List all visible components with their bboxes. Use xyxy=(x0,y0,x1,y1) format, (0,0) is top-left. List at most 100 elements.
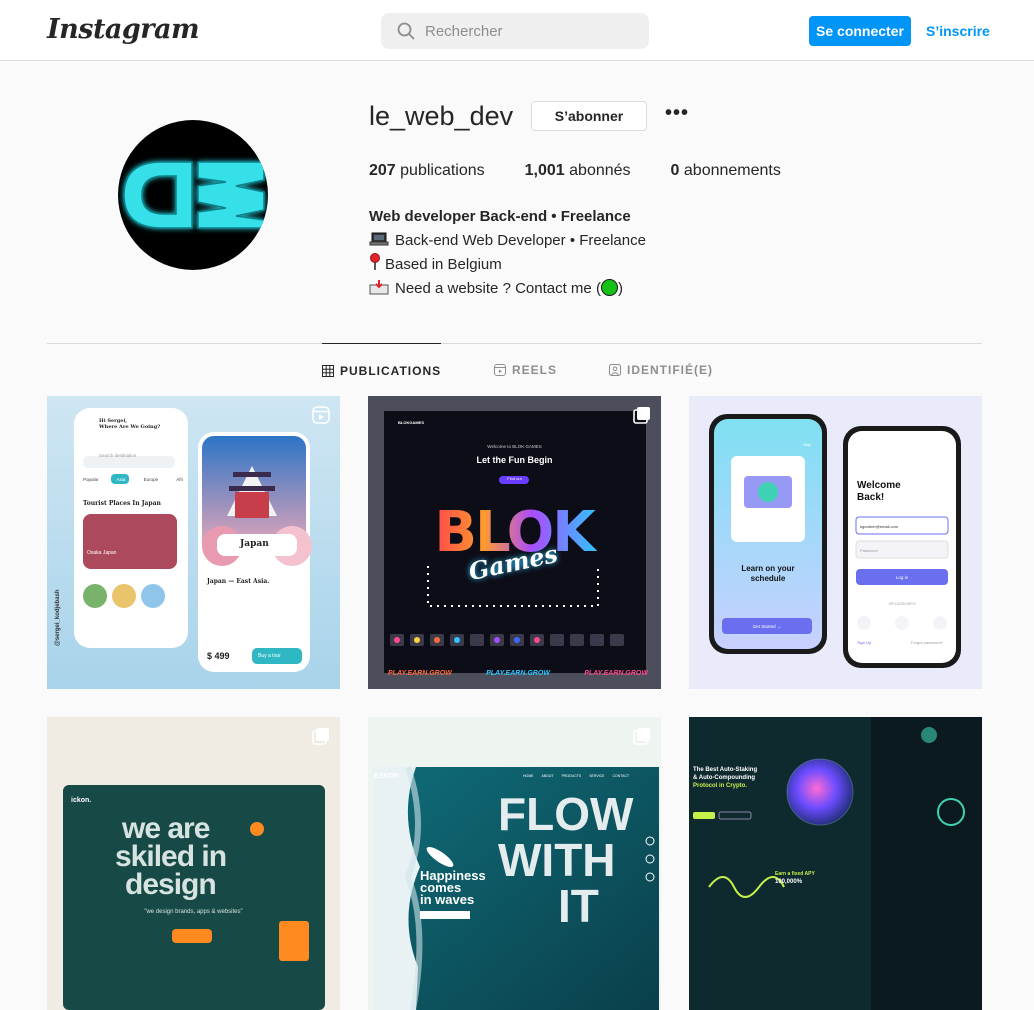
post5-brand: ESKOR xyxy=(374,773,399,780)
post-image: BLOK xyxy=(368,396,661,689)
followers-count: 1,001 xyxy=(524,162,565,179)
post1-handle: @sergei_kodjebash xyxy=(55,589,61,646)
profile-username: le_web_dev xyxy=(369,101,514,131)
post-flow-with-it[interactable]: ESKOR HOME ABOUT PRODUCTS SERVICE CONTAC… xyxy=(368,717,661,1010)
post3-cta: Get Started → xyxy=(752,624,782,629)
post5-nav-item: PRODUCTS xyxy=(561,774,582,778)
post1-chips: Popular Asia Europe Afri xyxy=(83,477,183,482)
post4-brand: ickon. xyxy=(71,797,92,804)
tab-label: IDENTIFIÉ(E) xyxy=(627,363,713,377)
signup-link[interactable]: S’inscrire xyxy=(926,23,990,39)
post4-headline-2: skiled in xyxy=(115,840,227,873)
grid-icon xyxy=(322,364,334,377)
carousel-icon xyxy=(633,728,650,745)
followers-stat[interactable]: 1,001 abonnés xyxy=(525,162,631,180)
dw-logo-icon xyxy=(123,161,265,229)
post5-headline-3: in waves xyxy=(420,892,475,907)
instagram-logo[interactable]: Instagram xyxy=(47,14,200,45)
post3-welcome: Welcome Back! xyxy=(857,480,901,503)
post4-headline: we are skiled in design xyxy=(87,812,227,901)
post1-chip: Europe xyxy=(143,477,159,482)
tab-reels[interactable]: REELS xyxy=(494,343,557,397)
inbox-tray-icon xyxy=(369,280,389,295)
post2-welcome: Welcome to BLOK GAMES xyxy=(487,444,542,449)
carousel-icon xyxy=(312,728,329,745)
reels-icon xyxy=(494,364,506,376)
post1-cta: Buy a tour xyxy=(258,653,281,659)
post5-big-3: IT xyxy=(558,880,599,932)
tab-label: PUBLICATIONS xyxy=(340,363,442,378)
post2-footer-text: PLAY.EARN.GROW xyxy=(388,670,452,677)
search-box[interactable] xyxy=(381,13,649,49)
post1-chip: Popular xyxy=(83,477,99,482)
post6-apy-value: 100,000% xyxy=(775,879,803,885)
bio-line: Need a website ? Contact me () xyxy=(369,277,646,301)
post-ickon-design[interactable]: ickon. we are skiled in design "we desig… xyxy=(47,717,340,1010)
post-travel-app[interactable]: Hi Sergei, Where Are We Going? Search de… xyxy=(47,396,340,689)
post-crypto-staking[interactable]: The Best Auto-Staking & Auto-Compounding… xyxy=(689,717,982,1010)
post6-headline-1: The Best Auto-Staking xyxy=(693,767,758,773)
post2-footer-text: PLAY.EARN.GROW xyxy=(486,670,550,677)
bio-line: Back-end Web Developer • Freelance xyxy=(369,229,646,253)
post3-forgot: Forgot password? xyxy=(911,640,944,645)
post6-headline-3: Protocol in Crypto. xyxy=(693,783,747,789)
carousel-icon xyxy=(633,407,650,424)
posts-label: publications xyxy=(400,162,485,179)
post5-nav-item: SERVICE xyxy=(589,774,605,778)
bio-line-3-prefix: Need a website ? Contact me ( xyxy=(395,280,601,297)
post6-headline: The Best Auto-Staking & Auto-Compounding… xyxy=(693,766,757,790)
post2-headline: Let the Fun Begin xyxy=(476,455,553,465)
post-image xyxy=(47,396,340,689)
post-learning-app[interactable]: Skip Learn on your schedule Get Started … xyxy=(689,396,982,689)
post4-headline-3: design xyxy=(125,868,217,901)
top-navigation-bar: Instagram Se connecter S’inscrire xyxy=(0,0,1034,61)
bio-line-1: Back-end Web Developer • Freelance xyxy=(395,232,646,249)
post1-title: Japan xyxy=(240,539,269,549)
post1-search: Search destination xyxy=(99,453,137,458)
post1-card-title: Osaka Japan xyxy=(87,550,117,556)
tab-label: REELS xyxy=(512,363,558,377)
posts-count: 207 xyxy=(369,162,396,179)
post3-headline: Learn on your schedule xyxy=(741,564,795,583)
post4-headline-1: we are xyxy=(122,812,210,845)
bio-line-3-suffix: ) xyxy=(617,280,623,297)
search-input[interactable] xyxy=(425,13,640,49)
post3-email: kgordner@email.com xyxy=(860,524,899,529)
post2-footer-text: PLAY.EARN.GROW xyxy=(584,670,648,677)
bio-name: Web developer Back-end • Freelance xyxy=(369,208,631,225)
post5-nav-item: ABOUT xyxy=(541,774,554,778)
login-button[interactable]: Se connecter xyxy=(809,16,911,46)
tab-tagged[interactable]: IDENTIFIÉ(E) xyxy=(609,343,713,397)
post5-big: FLOW WITH IT xyxy=(498,791,633,929)
post6-headline-2: & Auto-Compounding xyxy=(693,775,756,781)
post2-cta: Find out xyxy=(507,476,522,481)
more-options-icon[interactable]: ••• xyxy=(664,103,690,126)
post1-price: $ 499 xyxy=(207,651,230,661)
avatar xyxy=(118,120,268,270)
post-image xyxy=(689,717,982,1010)
green-circle-icon xyxy=(600,279,618,296)
post1-chip: Afri xyxy=(176,477,183,482)
post3-or: OR LOGIN WITH xyxy=(888,602,916,606)
post-blok-games[interactable]: BLOK BLOKGAMES Welcome to BLOK GAMES Let… xyxy=(368,396,661,689)
post-image xyxy=(689,396,982,689)
tab-publications[interactable]: PUBLICATIONS xyxy=(322,343,442,397)
post3-signup: Sign Up xyxy=(857,640,872,645)
laptop-icon xyxy=(369,232,389,246)
following-stat[interactable]: 0 abonnements xyxy=(671,162,781,180)
post3-skip: Skip xyxy=(803,442,811,447)
profile-stats: 207 publications 1,001 abonnés 0 abonnem… xyxy=(369,162,821,180)
bio-line-2: Based in Belgium xyxy=(385,256,502,273)
followers-label: abonnés xyxy=(569,162,631,179)
post1-question: Where Are We Going? xyxy=(99,424,161,430)
search-icon xyxy=(397,22,415,40)
post5-big-1: FLOW xyxy=(498,788,634,840)
post4-tagline: "we design brands, apps & websites" xyxy=(144,909,243,915)
post1-section: Tourist Places In Japan xyxy=(83,500,161,507)
reel-icon xyxy=(312,406,330,424)
bio-line: Based in Belgium xyxy=(369,253,646,277)
post5-headline: Happiness comes in waves xyxy=(420,869,486,907)
following-label: abonnements xyxy=(683,162,781,179)
post1-chip: Asia xyxy=(116,477,126,482)
follow-button[interactable]: S’abonner xyxy=(531,101,647,131)
